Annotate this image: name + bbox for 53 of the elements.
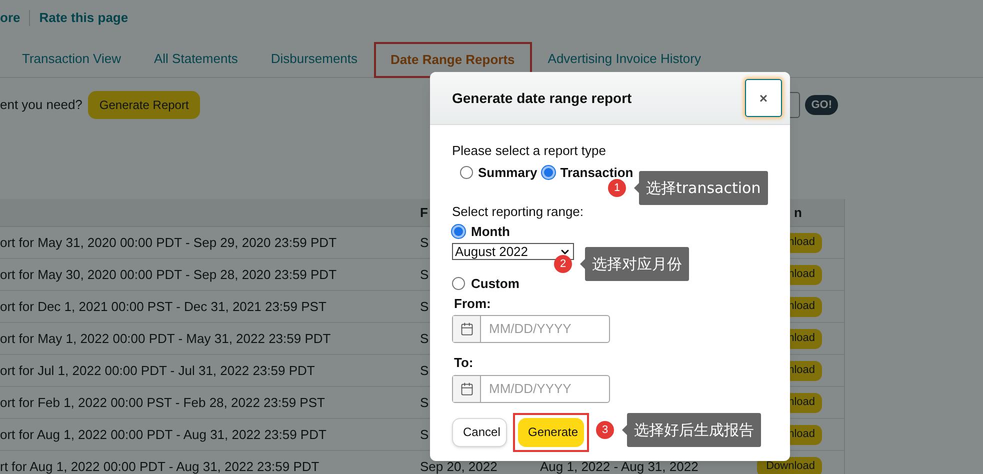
date-picker[interactable]: MM/DD/YYYY	[452, 374, 610, 402]
prompt-text: ent you need?	[0, 96, 82, 114]
field-label: To:	[454, 354, 474, 372]
radio-label[interactable]: Custom	[471, 274, 520, 294]
table-cell-text: rt for Aug 1, 2022 00:00 PDT - Aug 31, 2022 23:59 PDT	[0, 458, 320, 474]
table-cell-text: ort for May 31, 2020 00:00 PDT - Sep 29, 2020 23:59 PDT	[0, 234, 338, 252]
date-field[interactable]: MM/DD/YYYY	[481, 376, 609, 402]
table-cell-text: ort for Aug 1, 2022 00:00 PDT - Aug 31, 2022 23:59 PDT	[0, 426, 328, 444]
radio-button[interactable]	[542, 166, 556, 179]
table-cell-text: ort for Jul 1, 2022 00:00 PDT - Jul 31, 2022 23:59 PDT	[0, 362, 316, 380]
table-cell-text: ort for May 30, 2020 00:00 PDT - Sep 28, 2020 23:59 PDT	[0, 266, 338, 284]
header-link[interactable]: Rate this page	[39, 8, 128, 28]
column-header: n	[794, 204, 802, 222]
generate-report-button[interactable]: Generate Report	[88, 91, 200, 119]
callout: 选择好后生成报告	[622, 413, 761, 447]
tab[interactable]: All Statements	[154, 41, 238, 77]
table-cell-text: ort for Feb 1, 2022 00:00 PST - Feb 28, 2022 23:59 PST	[0, 394, 326, 412]
table-cell: Aug 1, 2022 - Aug 31, 2022	[540, 458, 698, 474]
date-picker[interactable]: MM/DD/YYYY	[452, 315, 610, 343]
callout: 选择对应月份	[580, 247, 689, 281]
cancel-button[interactable]: Cancel	[452, 418, 507, 446]
dialog-title: Generate date range report	[452, 88, 632, 108]
table-cell-text: ort for May 1, 2022 00:00 PDT - May 31, 2022 23:59 PDT	[0, 330, 332, 348]
month-select[interactable]: August 2022	[452, 243, 574, 260]
header-link[interactable]: ore	[0, 8, 20, 28]
table-cell: S	[420, 362, 429, 378]
table-cell: S	[420, 266, 429, 282]
radio-button[interactable]	[452, 277, 465, 290]
table-cell: S	[420, 394, 429, 410]
radio-label[interactable]: Summary	[478, 162, 538, 182]
radio-button[interactable]	[460, 166, 473, 179]
callout: 选择transaction	[634, 171, 768, 205]
go-button[interactable]: GO!	[805, 95, 838, 115]
tab[interactable]: Disbursements	[270, 41, 358, 77]
table-cell: S	[420, 426, 429, 442]
radio-button[interactable]	[452, 224, 465, 238]
table-cell: S	[420, 234, 429, 250]
radio-label[interactable]: Month	[471, 222, 510, 241]
report-type-label: Please select a report type	[452, 142, 607, 160]
tab[interactable]: Transaction View	[22, 41, 121, 77]
radio-label[interactable]: Transaction	[560, 162, 634, 182]
range-label: Select reporting range:	[452, 203, 585, 221]
calendar-icon	[460, 322, 474, 336]
calendar-icon	[460, 382, 474, 396]
table-cell: S	[420, 330, 429, 346]
date-field[interactable]: MM/DD/YYYY	[481, 316, 609, 342]
table-cell: Sep 20, 2022	[420, 458, 498, 474]
field-label: From:	[454, 294, 492, 312]
close-button[interactable]: ×	[745, 79, 782, 117]
column-header: F	[420, 204, 428, 222]
table-cell: S	[420, 298, 429, 314]
table-cell-text: ort for Dec 1, 2021 00:00 PST - Dec 31, 2021 23:59 PST	[0, 298, 328, 316]
generate-button[interactable]: Generate	[518, 418, 584, 446]
